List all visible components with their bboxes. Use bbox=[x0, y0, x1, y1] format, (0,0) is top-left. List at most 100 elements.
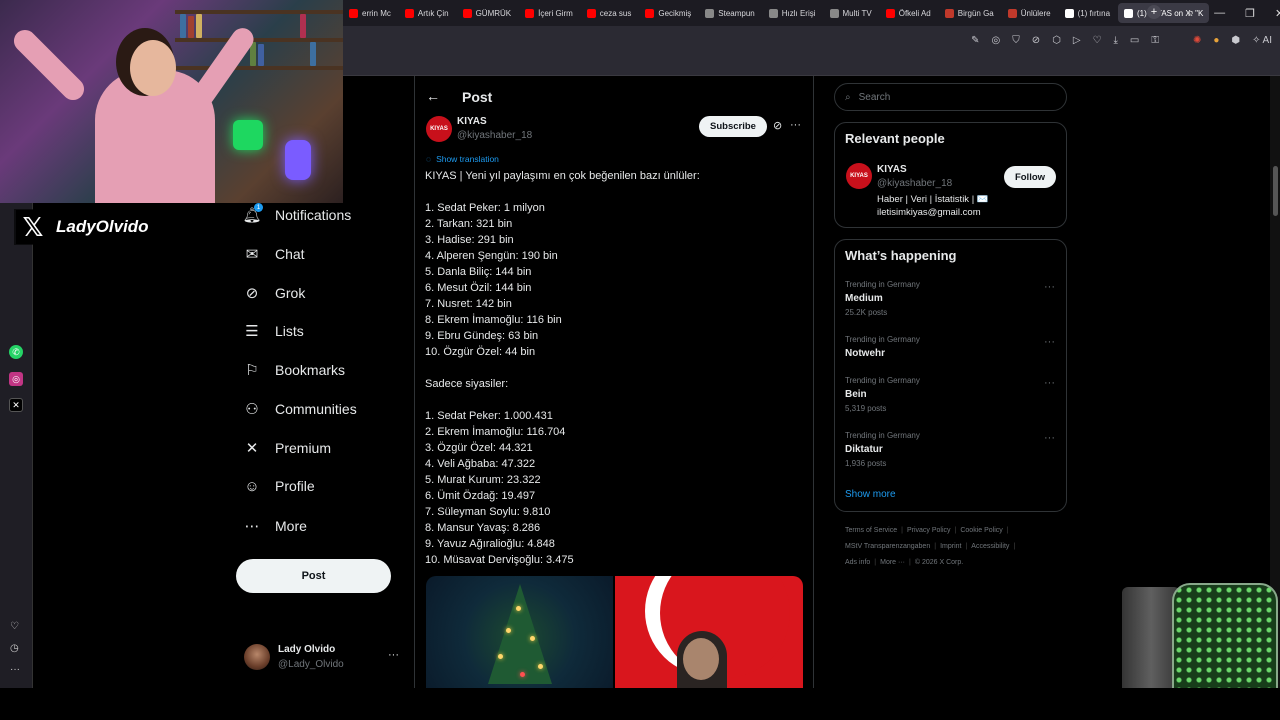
download-icon[interactable]: ⤓ bbox=[1113, 35, 1117, 46]
post-text-line: 8. Mansur Yavaş: 8.286 bbox=[425, 522, 541, 534]
post-more-icon[interactable]: ··· bbox=[790, 119, 801, 131]
footer-link[interactable]: More ··· bbox=[880, 559, 905, 566]
footer-link[interactable]: Privacy Policy bbox=[907, 527, 951, 534]
shield-icon[interactable]: ⛉ bbox=[1012, 35, 1020, 46]
post-text-line: 4. Alperen Şengün: 190 bin bbox=[425, 250, 558, 262]
browser-tab[interactable]: Öfkeli Ad bbox=[880, 3, 937, 23]
browser-tab[interactable]: Gecikmiş bbox=[639, 3, 697, 23]
scroll-thumb[interactable] bbox=[1273, 166, 1278, 216]
bell-icon: 🔔︎ 1 bbox=[242, 203, 263, 224]
ai-button[interactable]: ✧ AI bbox=[1252, 35, 1272, 46]
tab-label: İçeri Girm bbox=[538, 8, 573, 18]
trend-more-icon[interactable]: ··· bbox=[1044, 377, 1055, 389]
favorites-icon[interactable]: ♡ bbox=[10, 621, 19, 632]
nav-lists[interactable]: ☰ Lists bbox=[243, 318, 304, 344]
footer-link[interactable]: Cookie Policy bbox=[960, 527, 1002, 534]
browser-tab[interactable]: İçeri Girm bbox=[519, 3, 579, 23]
account-more-icon[interactable]: ··· bbox=[388, 649, 399, 661]
grok-icon: ⊘ bbox=[245, 285, 259, 302]
close-window-icon[interactable]: ✕ bbox=[1275, 7, 1280, 20]
footer-link[interactable]: Ads info bbox=[845, 559, 870, 566]
browser-tab[interactable]: (1) fırtına bbox=[1059, 3, 1116, 23]
tab-favicon-icon bbox=[1064, 8, 1074, 18]
author-name[interactable]: KIYAS bbox=[457, 116, 487, 127]
instagram-icon[interactable]: ◎ bbox=[9, 372, 23, 386]
play-icon[interactable]: ▷ bbox=[1073, 35, 1081, 46]
back-arrow-icon[interactable]: ← bbox=[426, 88, 440, 104]
flag-portrait-image[interactable] bbox=[615, 576, 803, 688]
search-input[interactable]: ⌕ Search bbox=[834, 83, 1067, 111]
browser-tab[interactable]: Artık Çin bbox=[399, 3, 455, 23]
footer-link[interactable]: MStV Transparenzangaben bbox=[845, 543, 930, 550]
trend-count: 5,319 posts bbox=[845, 404, 887, 413]
post-button[interactable]: Post bbox=[236, 559, 391, 593]
tab-label: (1) fırtına bbox=[1077, 8, 1111, 18]
post-text-line: 2. Tarkan: 321 bin bbox=[425, 218, 513, 230]
extension-2-icon[interactable]: ● bbox=[1213, 35, 1219, 46]
nav-profile[interactable]: ☺ Profile bbox=[243, 473, 314, 499]
footer-link[interactable]: Accessibility bbox=[971, 543, 1009, 550]
author-avatar[interactable]: KIYAS bbox=[426, 116, 452, 142]
trend-more-icon[interactable]: ··· bbox=[1044, 281, 1055, 293]
nav-more[interactable]: ⋯ More bbox=[243, 513, 307, 539]
whatsapp-icon[interactable]: ✆ bbox=[9, 345, 23, 359]
camera-icon[interactable]: ◎ bbox=[991, 35, 1000, 46]
extension-icon[interactable]: ✺ bbox=[1193, 35, 1201, 46]
relevant-avatar[interactable]: KIYAS bbox=[846, 163, 872, 189]
lock-icon[interactable]: ⚿ bbox=[1151, 35, 1159, 46]
nav-premium[interactable]: ✕ Premium bbox=[243, 435, 331, 461]
minimize-icon[interactable]: — bbox=[1214, 7, 1225, 19]
sidebar-more-icon[interactable]: ··· bbox=[10, 664, 20, 675]
post-text-line: 6. Mesut Özil: 144 bin bbox=[425, 282, 532, 294]
history-icon[interactable]: ◷ bbox=[10, 643, 19, 654]
post-text-line: 10. Müsavat Dervişoğlu: 3.475 bbox=[425, 554, 574, 566]
post-text-line: 10. Özgür Özel: 44 bin bbox=[425, 346, 536, 358]
nav-grok[interactable]: ⊘ Grok bbox=[243, 280, 306, 306]
tree-shape bbox=[488, 584, 552, 684]
account-handle: @Lady_Olvido bbox=[278, 659, 344, 670]
relevant-name[interactable]: KIYAS bbox=[877, 164, 907, 175]
tab-favicon-icon bbox=[1124, 8, 1134, 18]
show-more-link[interactable]: Show more bbox=[845, 489, 896, 500]
maximize-icon[interactable]: ❐ bbox=[1245, 7, 1255, 20]
nav-bookmarks[interactable]: ⚐ Bookmarks bbox=[243, 357, 345, 383]
nav-label: More bbox=[275, 518, 307, 534]
trend-meta: Trending in Germany bbox=[845, 376, 920, 385]
pin-icon[interactable]: ⬡ bbox=[1052, 35, 1061, 46]
nav-notifications[interactable]: 🔔︎ 1 Notifications bbox=[242, 202, 351, 228]
search-tabs-icon[interactable]: ⌕ bbox=[1188, 7, 1194, 20]
browser-tab[interactable]: Hızlı Erişi bbox=[763, 3, 822, 23]
author-handle[interactable]: @kiyashaber_18 bbox=[457, 130, 532, 141]
browser-tab[interactable]: GÜMRÜK bbox=[457, 3, 518, 23]
trend-more-icon[interactable]: ··· bbox=[1044, 432, 1055, 444]
christmas-tree-image[interactable] bbox=[426, 576, 613, 688]
post-media[interactable] bbox=[426, 576, 803, 688]
show-translation-link[interactable]: ◌ Show translation bbox=[426, 154, 499, 164]
footer-link[interactable]: Imprint bbox=[940, 543, 961, 550]
browser-tab[interactable]: errin Mc bbox=[343, 3, 397, 23]
footer-link[interactable]: Terms of Service bbox=[845, 527, 897, 534]
post-text-line: 2. Ekrem İmamoğlu: 116.704 bbox=[425, 426, 566, 438]
globe-icon: ◌ bbox=[426, 154, 432, 164]
heart-icon[interactable]: ♡ bbox=[1093, 35, 1102, 46]
edit-icon[interactable]: ✎ bbox=[971, 35, 979, 46]
relevant-handle[interactable]: @kiyashaber_18 bbox=[877, 178, 952, 189]
grok-explain-icon[interactable]: ⊘ bbox=[773, 119, 782, 132]
new-tab-button[interactable]: + bbox=[1147, 5, 1161, 19]
browser-tab[interactable]: Steampun bbox=[699, 3, 760, 23]
subscribe-button[interactable]: Subscribe bbox=[699, 116, 767, 137]
vpn-icon[interactable]: ⊘ bbox=[1032, 35, 1040, 46]
follow-button[interactable]: Follow bbox=[1004, 166, 1056, 188]
x-sidebar-icon[interactable]: ✕ bbox=[9, 398, 23, 412]
browser-tab[interactable]: Multi TV bbox=[824, 3, 878, 23]
trend-more-icon[interactable]: ··· bbox=[1044, 336, 1055, 348]
snapshot-icon[interactable]: ▭ bbox=[1130, 35, 1139, 46]
cube-icon[interactable]: ⬢ bbox=[1231, 35, 1240, 46]
post-text-line bbox=[425, 360, 805, 376]
account-switcher[interactable]: Lady Olvido @Lady_Olvido ··· bbox=[244, 644, 404, 674]
nav-communities[interactable]: ⚇ Communities bbox=[243, 396, 356, 422]
nav-chat[interactable]: ✉ Chat bbox=[243, 241, 305, 267]
browser-tab[interactable]: ceza sus bbox=[581, 3, 638, 23]
browser-tab[interactable]: Birgün Ga bbox=[939, 3, 1000, 23]
browser-tab[interactable]: Ünlülere bbox=[1002, 3, 1057, 23]
